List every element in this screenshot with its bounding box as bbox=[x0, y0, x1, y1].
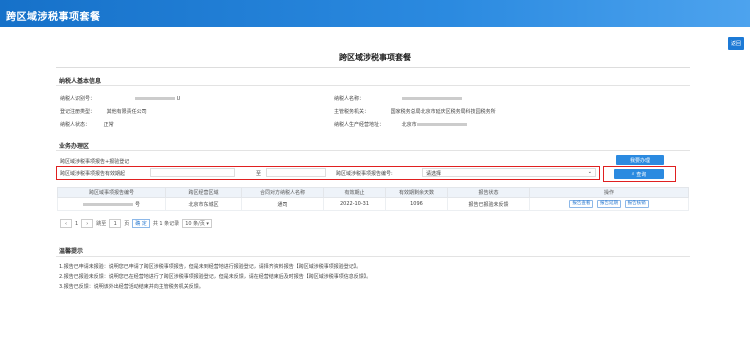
report-registration-label: 跨区域涉税事项报告+报验登记 bbox=[60, 159, 130, 165]
top-banner: 跨区域涉税事项套餐 bbox=[0, 0, 750, 27]
table-row: 号 北京市东城区 通司 2022-10-31 1096 报告已报验未反馈 报告查… bbox=[57, 197, 689, 211]
column-header: 报告状态 bbox=[447, 187, 530, 198]
report-number-cell: 号 bbox=[57, 197, 166, 211]
field-value: 正常 bbox=[103, 122, 114, 128]
column-header: 有效期止 bbox=[323, 187, 386, 198]
days-cell: 1096 bbox=[385, 197, 448, 211]
divider bbox=[56, 67, 690, 68]
masked-value bbox=[82, 202, 133, 206]
field-value: 北京市 bbox=[401, 122, 417, 128]
close-report-button[interactable]: 报告核销 bbox=[624, 200, 649, 208]
current-page[interactable]: 1 bbox=[75, 221, 78, 227]
tax-authority-field: 主管税务机关： 国家税务总局北京市延庆区税务局科技园税务所 bbox=[334, 108, 496, 115]
search-icon: ⌕ bbox=[631, 171, 635, 177]
chevron-down-icon: ▾ bbox=[206, 220, 209, 227]
page-size-select[interactable]: 10 条/页 ▾ bbox=[182, 219, 212, 228]
masked-value bbox=[401, 97, 462, 100]
date-separator: 至 bbox=[256, 171, 262, 177]
region-cell: 北京市东城区 bbox=[165, 197, 242, 211]
total-records: 共 1 条记录 bbox=[152, 221, 180, 227]
field-label: 登记注册类型： bbox=[60, 109, 96, 115]
report-table: 跨区域事项报告编号 跨区经营区域 合同对方纳税人名称 有效期止 有效期剩余天数 … bbox=[57, 187, 689, 211]
select-value: 请选择 bbox=[426, 171, 442, 177]
tips-title: 温馨提示 bbox=[59, 248, 84, 255]
page-title: 跨区域涉税事项套餐 bbox=[339, 53, 411, 62]
goto-label: 跳至 bbox=[96, 221, 107, 227]
chevron-down-icon: ⌄ bbox=[587, 169, 592, 175]
masked-value bbox=[416, 123, 467, 126]
field-label: 纳税人状态： bbox=[60, 122, 91, 128]
query-button[interactable]: ⌕ 查询 bbox=[614, 169, 664, 179]
column-header: 跨区域事项报告编号 bbox=[57, 187, 166, 198]
tip-line: 2.报告已报验未反馈：说明您已在经营地进行了跨区涉税事项报验登记，但是未反馈，请… bbox=[59, 274, 372, 280]
goto-page-input[interactable]: 1 bbox=[109, 219, 122, 228]
business-address-field: 纳税人生产经营地址： 北京市 bbox=[334, 121, 469, 128]
field-label: 纳税人识别号： bbox=[60, 96, 96, 102]
divider bbox=[56, 150, 690, 151]
taxpayer-id-field: 纳税人识别号： U bbox=[60, 95, 180, 102]
status-cell: 报告已报验未反馈 bbox=[447, 197, 530, 211]
ops-cell: 报告查看 报告延期 报告核销 bbox=[529, 197, 689, 211]
tip-line: 3.报告已反馈：说明该外出经营活动结束并向主管税务机关反馈。 bbox=[59, 284, 204, 290]
taxpayer-section-title: 纳税人基本信息 bbox=[59, 78, 102, 85]
party-cell: 通司 bbox=[241, 197, 324, 211]
next-page-button[interactable]: › bbox=[81, 219, 94, 228]
table-header-row: 跨区域事项报告编号 跨区经营区域 合同对方纳税人名称 有效期止 有效期剩余天数 … bbox=[57, 187, 689, 198]
goto-confirm-button[interactable]: 确 定 bbox=[132, 219, 150, 228]
masked-value bbox=[134, 97, 175, 100]
divider bbox=[56, 85, 690, 86]
view-report-button[interactable]: 报告查看 bbox=[569, 200, 594, 208]
registration-type-field: 登记注册类型： 其他有限责任公司 bbox=[60, 108, 147, 115]
pagination: ‹ 1 › 跳至 1 页 确 定 共 1 条记录 10 条/页 ▾ bbox=[60, 219, 212, 228]
field-value: U bbox=[176, 96, 181, 102]
handle-button[interactable]: 我要办理 bbox=[616, 155, 664, 165]
field-label: 纳税人生产经营地址： bbox=[334, 122, 385, 128]
business-section-title: 业务办理区 bbox=[59, 143, 90, 150]
tip-line: 1.报告已申请未报验：说明您已申请了跨区涉税事项报告，但是未到经营地进行报验登记… bbox=[59, 264, 362, 270]
field-value: 国家税务总局北京市延庆区税务局科技园税务所 bbox=[390, 109, 496, 115]
report-number-label: 跨区域涉税事项报告编号: bbox=[336, 171, 393, 177]
back-button[interactable]: 返回 bbox=[728, 37, 744, 50]
field-value: 其他有限责任公司 bbox=[106, 109, 147, 115]
prev-page-button[interactable]: ‹ bbox=[60, 219, 72, 228]
date-range-label: 跨区域涉税事项报告有效期起 bbox=[60, 171, 126, 177]
page-unit: 页 bbox=[124, 221, 130, 227]
extend-report-button[interactable]: 报告延期 bbox=[597, 200, 621, 208]
column-header: 合同对方纳税人名称 bbox=[241, 187, 324, 198]
field-label: 主管税务机关： bbox=[334, 109, 370, 115]
taxpayer-name-field: 纳税人名称： bbox=[334, 95, 464, 102]
divider bbox=[56, 256, 690, 257]
query-label: 查询 bbox=[636, 171, 647, 178]
date-start-input[interactable] bbox=[150, 168, 235, 177]
page-size-value: 10 条/页 bbox=[185, 221, 205, 227]
app-title: 跨区域涉税事项套餐 bbox=[6, 12, 101, 23]
column-header: 操作 bbox=[529, 187, 689, 198]
taxpayer-status-field: 纳税人状态： 正常 bbox=[60, 121, 114, 128]
date-end-input[interactable] bbox=[266, 168, 326, 177]
cell-text: 号 bbox=[134, 201, 140, 208]
end-date-cell: 2022-10-31 bbox=[323, 197, 386, 211]
column-header: 跨区经营区域 bbox=[165, 187, 242, 198]
field-label: 纳税人名称： bbox=[334, 96, 365, 102]
report-number-select[interactable]: 请选择 ⌄ bbox=[422, 168, 596, 177]
column-header: 有效期剩余天数 bbox=[385, 187, 448, 198]
